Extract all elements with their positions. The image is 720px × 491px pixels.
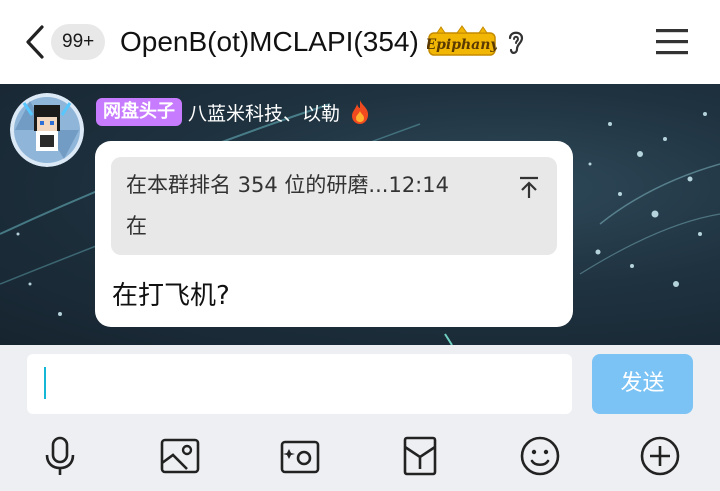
plus-icon[interactable] xyxy=(639,435,681,477)
member-title-badge: 网盘头子 xyxy=(96,98,182,126)
chat-title[interactable]: OpenB(ot)MCLAPI(354) xyxy=(120,20,419,64)
input-bar: 发送 xyxy=(0,345,720,491)
message-bubble[interactable]: 在本群排名 354 位的研磨...12:14 在 在打飞机? xyxy=(95,141,573,327)
camera-icon[interactable] xyxy=(279,435,321,477)
epiphany-badge-icon: Epiphany xyxy=(427,25,497,56)
microphone-icon[interactable] xyxy=(39,435,81,477)
svg-text:Epiphany: Epiphany xyxy=(427,37,497,53)
send-button[interactable]: 发送 xyxy=(592,354,693,414)
unread-count-badge[interactable]: 99+ xyxy=(51,24,106,60)
fire-icon xyxy=(352,100,369,124)
jump-to-top-icon[interactable] xyxy=(518,175,540,199)
emoji-icon[interactable] xyxy=(519,435,561,477)
quote-body: 在 xyxy=(126,214,147,238)
message-input[interactable] xyxy=(27,354,572,414)
menu-icon[interactable] xyxy=(654,26,690,58)
chat-area[interactable]: 网盘头子 八蓝米科技、以勒 在本群排名 354 位的研磨...12:14 在 在… xyxy=(0,84,720,345)
message-text: 在打飞机? xyxy=(112,281,230,311)
quoted-message[interactable]: 在本群排名 354 位的研磨...12:14 在 xyxy=(111,157,557,255)
text-caret xyxy=(44,367,46,399)
top-bar: 99+ OpenB(ot)MCLAPI(354) Epiphany xyxy=(0,0,720,84)
sender-line: 网盘头子 八蓝米科技、以勒 xyxy=(96,97,372,127)
quote-header: 在本群排名 354 位的研磨...12:14 xyxy=(126,173,449,197)
red-packet-icon[interactable] xyxy=(399,435,441,477)
back-arrow-icon[interactable] xyxy=(20,24,50,60)
sender-name[interactable]: 八蓝米科技、以勒 xyxy=(188,99,340,126)
avatar[interactable] xyxy=(10,93,84,167)
image-icon[interactable] xyxy=(159,435,201,477)
ear-icon[interactable] xyxy=(503,26,529,58)
